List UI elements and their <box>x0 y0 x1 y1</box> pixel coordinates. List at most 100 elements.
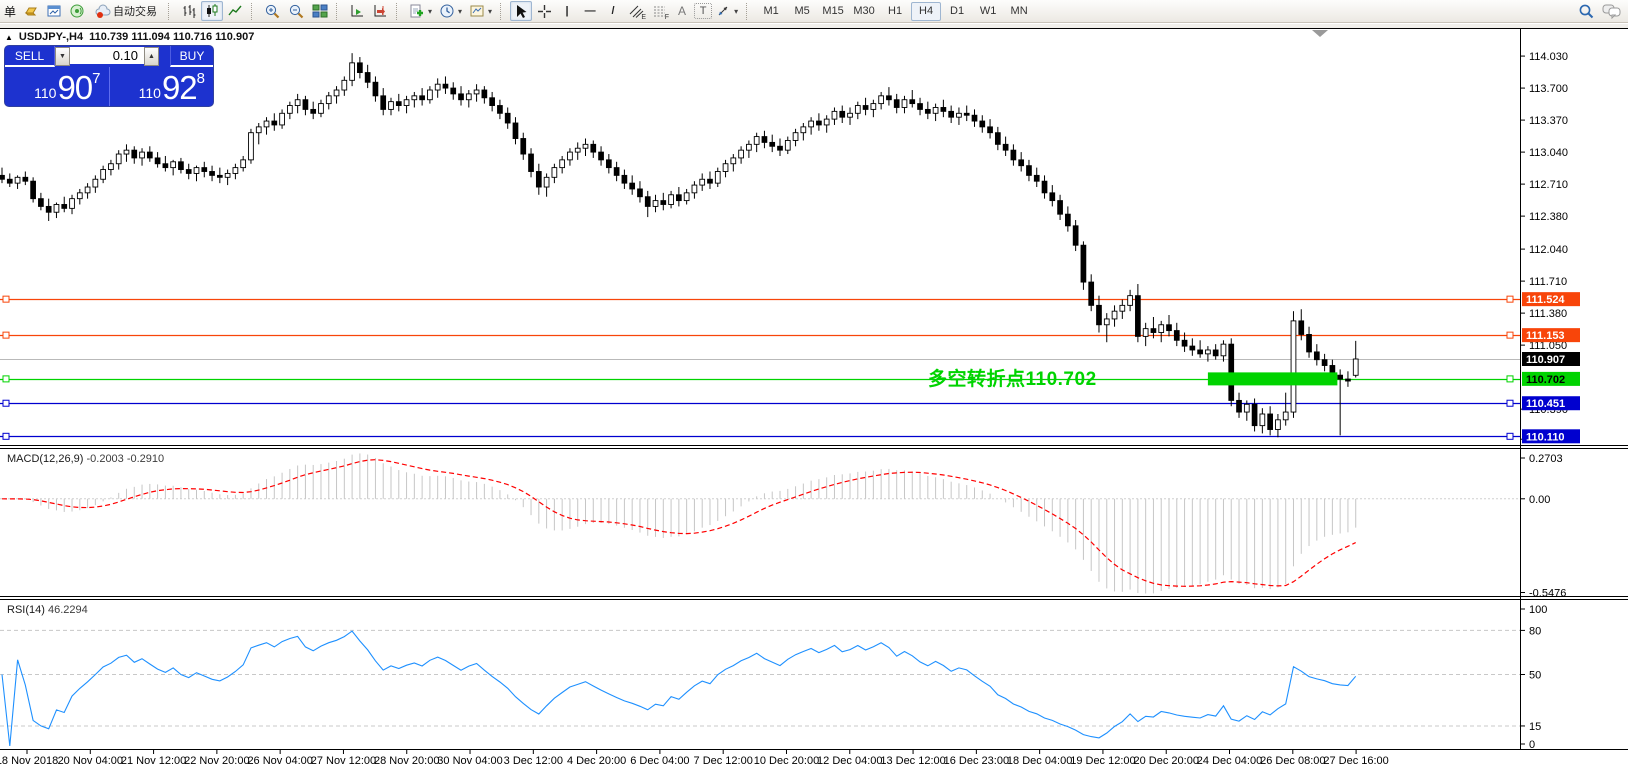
chat-icon[interactable] <box>1599 1 1624 21</box>
svg-text:112.380: 112.380 <box>1529 211 1568 223</box>
trade-panel-top-row: SELL ▼ ▲ BUY <box>5 46 213 67</box>
svg-text:111.710: 111.710 <box>1529 276 1567 288</box>
timeframe-button-H4[interactable]: H4 <box>911 1 942 21</box>
templates-button[interactable]: ▾ <box>466 1 495 21</box>
svg-text:多空转折点110.702: 多空转折点110.702 <box>928 367 1097 390</box>
search-icon[interactable] <box>1575 1 1598 21</box>
buy-button[interactable]: BUY <box>170 46 213 67</box>
new-order-label[interactable]: 单 <box>4 3 16 20</box>
annotation-text[interactable]: 多空转折点110.702 <box>928 367 1097 390</box>
dropdown-caret-icon: ▾ <box>428 6 433 16</box>
horizontal-line-button[interactable]: — <box>579 1 601 21</box>
macd-axis[interactable]: 0.2703 0.00 -0.5476 <box>1520 453 1566 600</box>
rsi-name: RSI(14) <box>7 604 45 616</box>
chart-shift-marker[interactable] <box>1312 30 1328 37</box>
clock-icon <box>440 4 454 18</box>
vertical-line-button[interactable]: | <box>556 1 578 21</box>
toolbar-separator <box>500 2 505 20</box>
autotrading-button[interactable]: 自动交易 <box>89 1 163 21</box>
highlight-zone[interactable] <box>1207 372 1338 386</box>
volume-input[interactable] <box>70 47 144 64</box>
tile-windows-button[interactable] <box>309 1 331 21</box>
svg-text:110.702: 110.702 <box>1526 374 1565 386</box>
equidistant-channel-button[interactable]: E <box>625 1 647 21</box>
time-axis[interactable]: 18 Nov 2018 20 Nov 04:0021 Nov 12:0022 No… <box>0 749 1389 767</box>
arrows-tool-icon <box>718 6 728 16</box>
cursor-button[interactable] <box>510 1 533 21</box>
spin-up-icon: ▲ <box>148 53 155 60</box>
arrows-tool-button[interactable]: ▾ <box>713 1 741 21</box>
timeframe-button-M1[interactable]: M1 <box>756 2 786 21</box>
channel-letter: E <box>641 14 647 21</box>
svg-text:-0.5476: -0.5476 <box>1529 588 1566 600</box>
timeframe-button-D1[interactable]: D1 <box>942 2 972 21</box>
svg-text:18 Nov 2018: 18 Nov 2018 <box>0 755 58 767</box>
signals-button[interactable] <box>66 1 88 21</box>
svg-text:111.380: 111.380 <box>1529 308 1567 320</box>
bar-chart-button[interactable] <box>178 1 200 21</box>
svg-text:6 Dec 04:00: 6 Dec 04:00 <box>630 755 689 767</box>
toolbar-separator <box>168 2 173 20</box>
rsi-value: 46.2294 <box>47 604 88 616</box>
one-click-trading-panel: SELL ▼ ▲ BUY 110 90 7 110 92 8 <box>5 46 213 106</box>
timeframe-button-H1[interactable]: H1 <box>880 2 910 21</box>
svg-text:20 Dec 20:00: 20 Dec 20:00 <box>1134 755 1199 767</box>
buy-price[interactable]: 110 92 8 <box>110 67 214 106</box>
text-label-icon: T <box>699 5 707 17</box>
fibonacci-button[interactable]: F <box>648 1 670 21</box>
trendline-icon: / <box>611 5 615 17</box>
toolbar-separator <box>746 2 751 20</box>
svg-text:113.700: 113.700 <box>1529 83 1568 95</box>
buy-price-big: 92 <box>161 69 198 106</box>
svg-text:110.110: 110.110 <box>1526 431 1565 443</box>
trendline-button[interactable]: / <box>602 1 624 21</box>
price-axis[interactable]: 114.030 113.700 113.370 113.040 112.710 112.3… <box>1520 51 1568 446</box>
svg-text:3 Dec 12:00: 3 Dec 12:00 <box>504 755 563 767</box>
crosshair-button[interactable] <box>533 1 555 21</box>
sell-price[interactable]: 110 90 7 <box>5 67 109 106</box>
indicators-button[interactable]: ▾ <box>406 1 435 21</box>
macd-pane <box>0 453 1520 594</box>
autotrading-cloud-icon <box>95 4 111 18</box>
macd-values: -0.2003 -0.2910 <box>86 453 165 465</box>
periods-button[interactable]: ▾ <box>436 1 465 21</box>
toolbar-separator <box>396 2 401 20</box>
timeframe-button-M30[interactable]: M30 <box>849 2 879 21</box>
sell-price-sup: 7 <box>92 70 101 87</box>
new-order-icon-button[interactable] <box>20 1 42 21</box>
text-label-button[interactable]: T <box>694 3 713 19</box>
timeframe-button-M15[interactable]: M15 <box>818 2 848 21</box>
trade-panel-prices: 110 90 7 110 92 8 <box>5 67 213 106</box>
candlestick-chart-button[interactable] <box>201 1 224 21</box>
timeframe-button-MN[interactable]: MN <box>1004 2 1034 21</box>
chart-window-button[interactable] <box>43 1 65 21</box>
timeframe-button-M5[interactable]: M5 <box>787 2 817 21</box>
chart-canvas[interactable]: 114.030 113.700 113.370 113.040 112.710 112.3… <box>0 0 1628 771</box>
svg-text:20 Nov 04:00: 20 Nov 04:00 <box>58 755 123 767</box>
text-tool-button[interactable]: A <box>671 1 693 21</box>
auto-scroll-button[interactable] <box>346 1 368 21</box>
volume-decrease-button[interactable]: ▼ <box>55 47 70 66</box>
zoom-in-button[interactable] <box>261 1 284 21</box>
svg-text:13 Dec 12:00: 13 Dec 12:00 <box>880 755 945 767</box>
crosshair-icon <box>537 4 551 18</box>
sell-button[interactable]: SELL <box>5 46 55 67</box>
volume-increase-button[interactable]: ▲ <box>144 47 159 66</box>
svg-text:100: 100 <box>1529 604 1547 616</box>
svg-text:113.040: 113.040 <box>1529 147 1568 159</box>
zoom-out-button[interactable] <box>285 1 308 21</box>
chart-shift-button[interactable] <box>369 1 391 21</box>
svg-text:24 Dec 04:00: 24 Dec 04:00 <box>1197 755 1262 767</box>
chart-frame <box>0 28 1628 750</box>
line-chart-button[interactable] <box>224 1 246 21</box>
macd-label: MACD(12,26,9) -0.2003 -0.2910 <box>7 453 164 465</box>
svg-text:80: 80 <box>1529 625 1541 637</box>
sell-price-big: 90 <box>57 69 93 106</box>
svg-text:110.451: 110.451 <box>1526 398 1565 410</box>
panel-toggle-icon[interactable]: ▲ <box>5 33 13 42</box>
svg-text:0.00: 0.00 <box>1529 494 1550 506</box>
buy-price-small: 110 <box>138 85 161 101</box>
timeframe-button-W1[interactable]: W1 <box>973 2 1003 21</box>
svg-text:111.524: 111.524 <box>1526 294 1565 306</box>
rsi-axis[interactable]: 100 80 50 15 0 <box>1520 604 1547 751</box>
